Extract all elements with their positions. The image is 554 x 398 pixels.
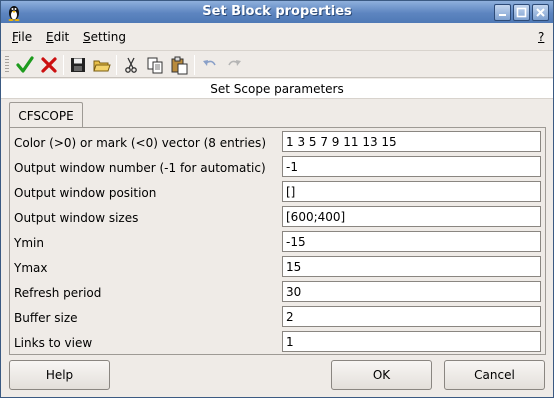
- param-label-color: Color (>0) or mark (<0) vector (8 entrie…: [14, 136, 266, 150]
- param-input-color[interactable]: [282, 131, 541, 152]
- maximize-button[interactable]: [513, 4, 530, 21]
- apply-button[interactable]: [15, 55, 35, 75]
- ok-button[interactable]: OK: [331, 360, 432, 390]
- param-input-ymin[interactable]: [282, 231, 541, 252]
- scissors-icon: [125, 57, 137, 73]
- param-input-links-to-view[interactable]: [282, 331, 541, 352]
- param-label-window-number: Output window number (-1 for automatic): [14, 161, 266, 175]
- param-input-window-sizes[interactable]: [282, 206, 541, 227]
- param-input-window-position[interactable]: [282, 181, 541, 202]
- toolbar-grip[interactable]: [5, 56, 9, 74]
- minimize-button[interactable]: [494, 4, 511, 21]
- param-label-window-position: Output window position: [14, 186, 157, 200]
- discard-button[interactable]: [39, 55, 59, 75]
- menu-edit[interactable]: Edit: [46, 30, 69, 44]
- dialog-header: Set Scope parameters: [1, 79, 553, 99]
- copy-icon: [147, 57, 163, 74]
- paste-icon: [171, 56, 188, 75]
- param-input-ymax[interactable]: [282, 256, 541, 277]
- close-icon: [536, 8, 545, 17]
- menu-file[interactable]: File: [12, 30, 32, 44]
- menu-bar: File Edit Setting ?: [1, 23, 553, 51]
- open-folder-icon: [93, 60, 111, 72]
- help-button[interactable]: Help: [9, 360, 110, 390]
- save-button[interactable]: [68, 55, 88, 75]
- window-title: Set Block properties: [202, 4, 352, 19]
- dialog-window: Set Block properties File Edit Setting ?: [0, 0, 554, 398]
- redo-icon: [228, 60, 241, 66]
- param-label-links-to-view: Links to view: [14, 336, 93, 350]
- paste-button[interactable]: [169, 55, 189, 75]
- undo-button[interactable]: [200, 55, 220, 75]
- toolbar-separator: [63, 55, 64, 75]
- param-label-ymin: Ymin: [14, 236, 44, 250]
- copy-button[interactable]: [145, 55, 165, 75]
- close-window-button[interactable]: [532, 4, 549, 21]
- cut-button[interactable]: [121, 55, 141, 75]
- param-input-window-number[interactable]: [282, 156, 541, 177]
- toolbar-separator: [116, 55, 117, 75]
- tab-cfscope[interactable]: CFSCOPE: [9, 102, 83, 128]
- toolbar: [1, 52, 553, 78]
- redo-button[interactable]: [224, 55, 244, 75]
- param-input-buffer-size[interactable]: [282, 306, 541, 327]
- cancel-button[interactable]: Cancel: [444, 360, 545, 390]
- menu-setting[interactable]: Setting: [83, 30, 126, 44]
- maximize-icon: [516, 7, 527, 18]
- param-label-refresh-period: Refresh period: [14, 286, 102, 300]
- param-label-window-sizes: Output window sizes: [14, 211, 139, 225]
- param-label-ymax: Ymax: [14, 261, 48, 275]
- minimize-icon: [499, 14, 506, 16]
- menu-help[interactable]: ?: [538, 30, 544, 44]
- x-icon: [41, 57, 57, 73]
- title-bar[interactable]: Set Block properties: [1, 1, 553, 23]
- toolbar-separator: [194, 55, 195, 75]
- undo-icon: [203, 60, 216, 66]
- checkmark-icon: [16, 56, 34, 73]
- param-label-buffer-size: Buffer size: [14, 311, 78, 325]
- save-icon: [71, 58, 85, 72]
- open-button[interactable]: [92, 55, 112, 75]
- param-input-refresh-period[interactable]: [282, 281, 541, 302]
